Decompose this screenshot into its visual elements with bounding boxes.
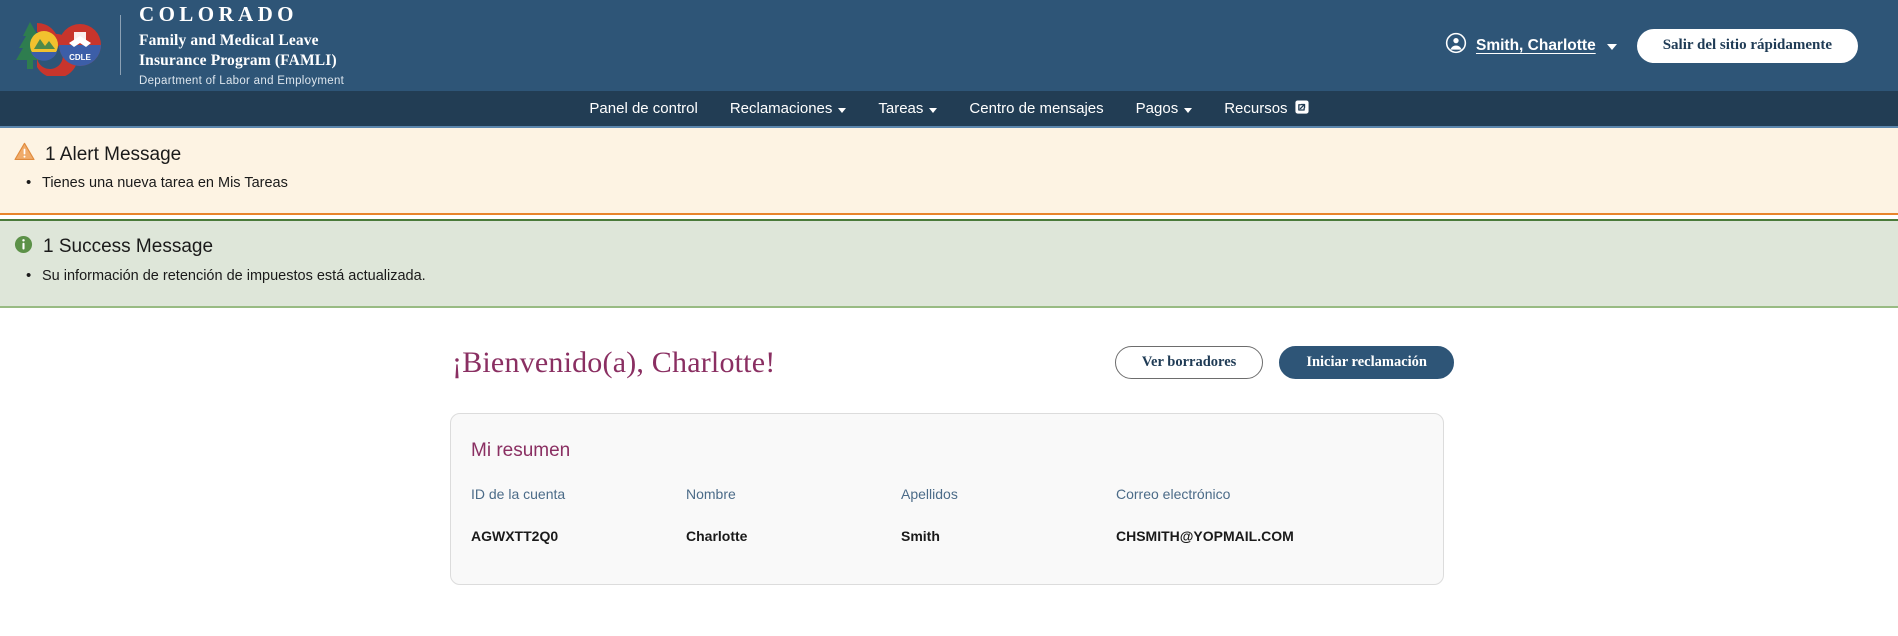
alert-banner-title: 1 Alert Message [45,143,182,165]
my-summary-card: Mi resumen ID de la cuenta Nombre Apelli… [450,412,1444,585]
page-title: ¡Bienvenido(a), Charlotte! [452,345,776,379]
alert-message-item: Tienes una nueva tarea en Mis Tareas [26,172,1898,195]
nav-item-tareas[interactable]: Tareas [862,91,953,126]
nav-label: Centro de mensajes [969,100,1104,117]
svg-text:CDLE: CDLE [69,53,91,62]
alert-banner-title-row: 1 Alert Message [0,142,1898,167]
my-summary-card-title: Mi resumen [471,439,571,461]
column-header-account-id: ID de la cuenta [471,485,566,502]
nav-label: Recursos [1224,100,1288,117]
nav-item-reclamaciones[interactable]: Reclamaciones [714,91,863,126]
user-menu[interactable]: Smith, Charlotte [1445,32,1617,59]
column-header-first-name: Nombre [686,485,736,502]
brand-colorado: COLORADO [139,2,298,26]
brand-department: Department of Labor and Employment [139,75,345,88]
nav-label: Pagos [1135,100,1179,117]
content-container: ¡Bienvenido(a), Charlotte! Ver borradore… [444,346,1454,585]
nav-item-recursos[interactable]: Recursos [1208,91,1324,126]
main-navigation: Panel de control Reclamaciones Tareas Ce… [0,91,1898,128]
nav-label: Panel de control [589,100,698,117]
nav-item-pagos[interactable]: Pagos [1120,91,1209,126]
summary-table: ID de la cuenta Nombre Apellidos Correo … [469,486,1425,544]
cell-last-name: Smith [901,527,940,544]
user-name-label: Smith, Charlotte [1475,36,1596,54]
colorado-cdle-logo-icon: CDLE [14,14,106,79]
brand-program-line2: Insurance Program (FAMLI) [139,51,337,69]
table-header-row: ID de la cuenta Nombre Apellidos Correo … [469,486,1425,528]
nav-item-panel-de-control[interactable]: Panel de control [573,91,713,126]
nav-label: Reclamaciones [729,100,833,117]
cell-email: CHSMITH@YOPMAIL.COM [1116,527,1294,544]
success-message-banner: 1 Success Message Su información de rete… [0,218,1898,308]
warning-triangle-icon [14,142,35,167]
brand-text: COLORADO Family and Medical Leave Insura… [139,2,344,89]
column-header-last-name: Apellidos [901,485,958,502]
exit-site-quickly-button[interactable]: Salir del sitio rápidamente [1636,28,1858,63]
success-message-list: Su información de retención de impuestos… [0,265,1898,288]
cell-first-name: Charlotte [686,527,748,544]
welcome-actions: Ver borradores Iniciar reclamación [1114,346,1454,379]
chevron-down-icon [838,107,847,113]
alert-message-list: Tienes una nueva tarea en Mis Tareas [0,172,1898,195]
site-header: CDLE COLORADO Family and Medical Leave I… [0,0,1898,91]
welcome-row: ¡Bienvenido(a), Charlotte! Ver borradore… [450,346,1454,380]
chevron-down-icon [929,107,938,113]
column-header-email: Correo electrónico [1116,485,1231,502]
brand-divider [120,15,121,76]
alert-message-banner: 1 Alert Message Tienes una nueva tarea e… [0,128,1898,215]
header-right: Smith, Charlotte Salir del sitio rápidam… [1445,28,1858,63]
brand-block: CDLE COLORADO Family and Medical Leave I… [14,2,344,89]
summary-table-head: ID de la cuenta Nombre Apellidos Correo … [469,486,1425,528]
brand-program-line1: Family and Medical Leave [139,31,319,49]
view-drafts-button[interactable]: Ver borradores [1114,346,1264,379]
nav-item-centro-de-mensajes[interactable]: Centro de mensajes [953,91,1119,126]
success-banner-title: 1 Success Message [43,236,214,258]
info-circle-icon [14,235,33,260]
table-row: AGWXTT2Q0 Charlotte Smith CHSMITH@YOPMAI… [469,528,1425,544]
chevron-down-icon [1184,107,1193,113]
external-link-icon [1295,99,1309,118]
user-circle-icon [1445,32,1467,59]
chevron-down-icon [1606,44,1617,50]
main-content: ¡Bienvenido(a), Charlotte! Ver borradore… [0,308,1898,585]
summary-table-body: AGWXTT2Q0 Charlotte Smith CHSMITH@YOPMAI… [469,528,1425,544]
success-banner-title-row: 1 Success Message [0,235,1898,260]
nav-label: Tareas [878,100,924,117]
start-claim-button[interactable]: Iniciar reclamación [1279,346,1454,379]
success-message-item: Su información de retención de impuestos… [26,265,1898,288]
cell-account-id: AGWXTT2Q0 [471,527,559,544]
